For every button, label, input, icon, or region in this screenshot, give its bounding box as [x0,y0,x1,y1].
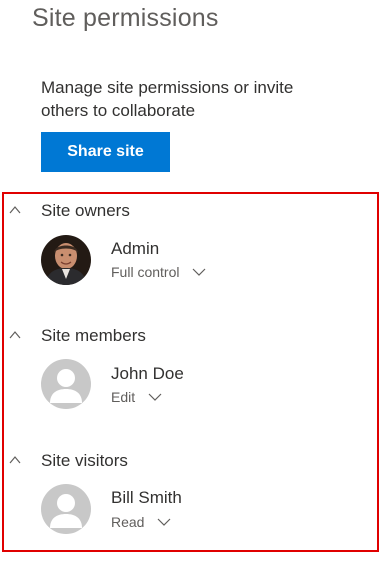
section-title: Site members [41,326,146,345]
chevron-down-icon [157,518,171,526]
chevron-up-icon [9,456,21,464]
person-placeholder-icon [41,484,91,534]
permission-dropdown[interactable]: Edit [111,388,162,408]
person-name: John Doe [111,364,184,383]
chevron-up-icon [9,331,21,339]
permission-label: Read [111,513,145,530]
permission-label: Full control [111,263,180,280]
avatar [41,359,91,409]
avatar-photo-icon [41,235,91,285]
panel-title: Site permissions [32,4,219,32]
avatar [41,484,91,534]
section-title: Site owners [41,201,130,220]
section-title: Site visitors [41,451,128,470]
share-site-button[interactable]: Share site [41,132,170,172]
person-name: Bill Smith [111,488,182,507]
section-header-site-owners[interactable]: Site owners [0,201,250,227]
chevron-down-icon [148,393,162,401]
permission-dropdown[interactable]: Read [111,513,171,533]
chevron-down-icon [192,268,206,276]
permission-label: Edit [111,388,136,405]
chevron-up-icon [9,206,21,214]
person-name: Admin [111,239,160,258]
panel-description: Manage site permissions or invite others… [41,78,294,120]
section-header-site-visitors[interactable]: Site visitors [0,451,250,477]
permission-dropdown[interactable]: Full control [111,263,206,283]
avatar [41,235,91,285]
section-header-site-members[interactable]: Site members [0,326,250,352]
person-placeholder-icon [41,359,91,409]
